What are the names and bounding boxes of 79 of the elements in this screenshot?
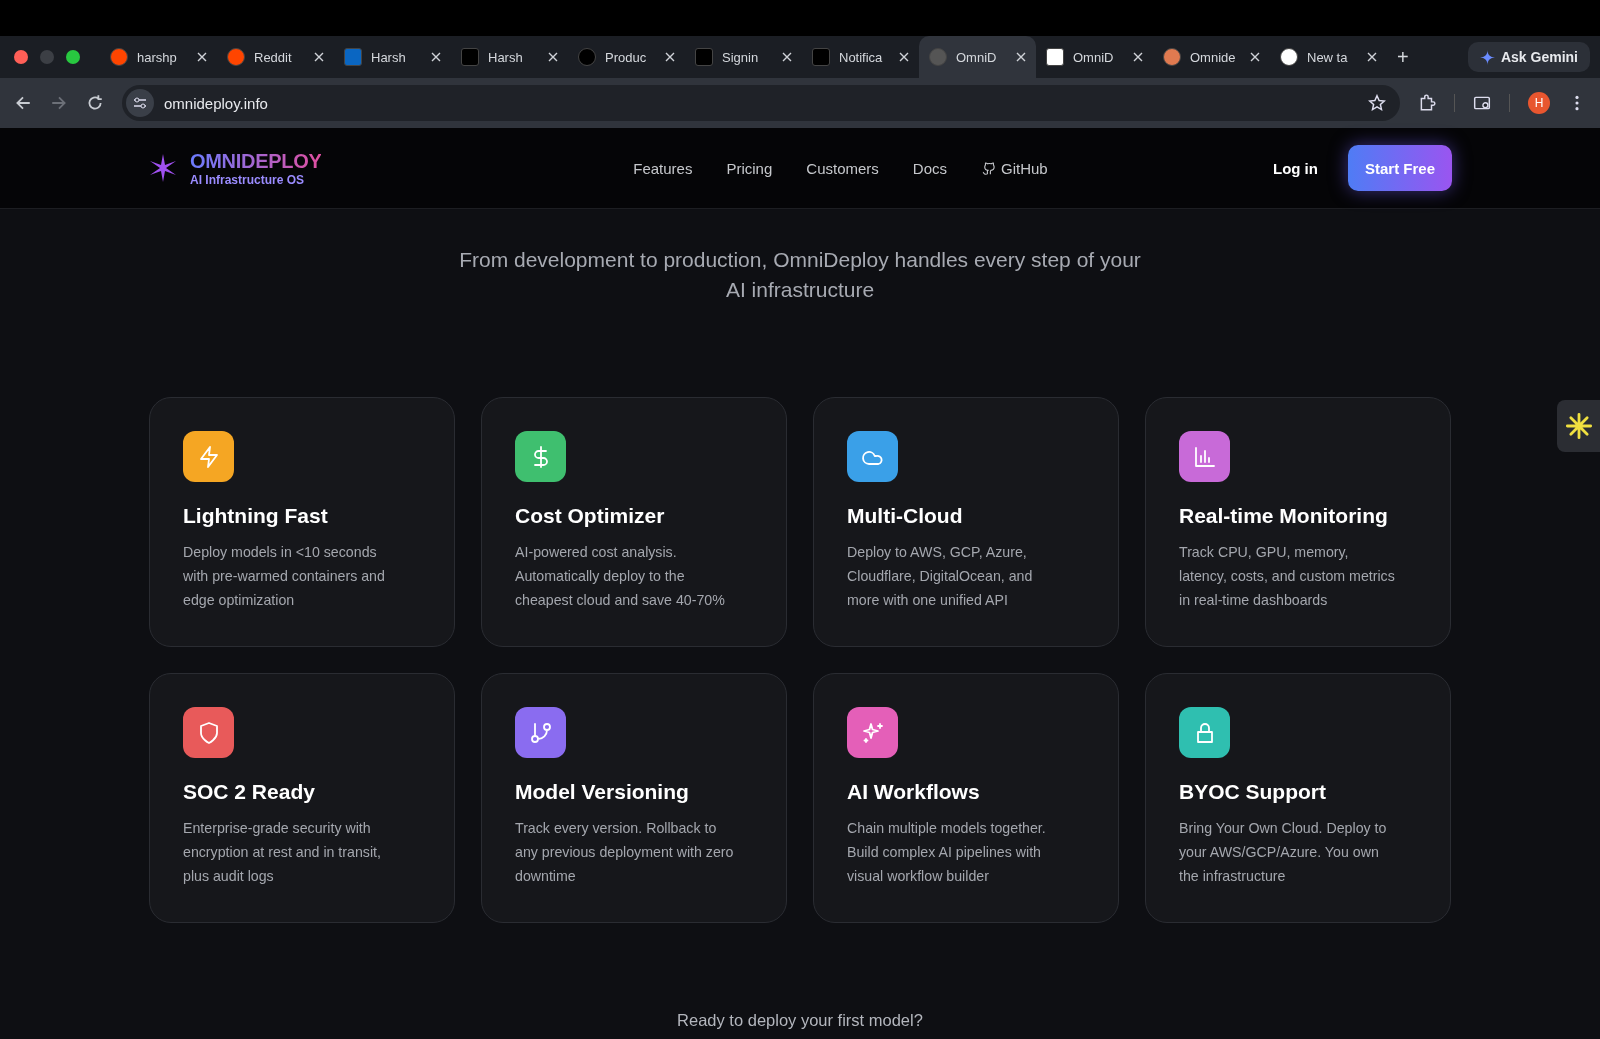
favicon-icon [1046, 48, 1064, 66]
nav-link[interactable]: Customers [806, 159, 879, 177]
close-icon[interactable] [1250, 52, 1260, 62]
bookmark-star-icon[interactable] [1368, 94, 1386, 112]
feature-title: AI Workflows [847, 780, 981, 804]
feature-title: Cost Optimizer [515, 504, 666, 528]
browser-tab[interactable]: Notifica [802, 36, 919, 78]
feature-title: Model Versioning [515, 780, 690, 804]
address-bar[interactable]: omnideploy.info [122, 85, 1400, 121]
feature-description: Track CPU, GPU, memory, latency, costs, and custom metrics in real-time dashboards [1179, 543, 1396, 610]
cta-prompt: Ready to deploy your first model? [676, 1011, 924, 1030]
asterisk-icon[interactable] [1564, 412, 1593, 440]
favicon-icon [1280, 48, 1298, 66]
feature-description: Track every version. Rollback to any previous deployment with zero downtime [515, 819, 735, 886]
feature-title: SOC 2 Ready [183, 780, 316, 804]
favicon-icon [344, 48, 362, 66]
feature-title: Multi-Cloud [847, 504, 964, 528]
favicon-icon [578, 48, 596, 66]
browser-tab[interactable]: harshp [100, 36, 217, 78]
profile-avatar[interactable]: H [1528, 92, 1550, 114]
new-tab-button[interactable]: + [1387, 45, 1419, 69]
nav-link[interactable]: GitHub [981, 159, 1048, 177]
feature-description: Chain multiple models together. Build complex AI pipelines with visual workflow builder [847, 819, 1047, 886]
browser-tab[interactable]: Reddit [217, 36, 334, 78]
start-free-button[interactable]: Start Free [1347, 145, 1452, 191]
feature-description: AI-powered cost analysis. Automatically deploy to the cheapest cloud and save 40-70% [515, 543, 726, 610]
back-icon[interactable] [14, 94, 32, 112]
browser-tab[interactable]: New ta [1270, 36, 1387, 78]
browser-tab[interactable]: Harsh [451, 36, 568, 78]
feature-icon [1192, 444, 1217, 469]
nav-link[interactable]: Features [633, 159, 693, 177]
site-settings-icon[interactable] [126, 89, 154, 117]
browser-tab[interactable]: Harsh [334, 36, 451, 78]
nav-link[interactable]: Docs [912, 159, 948, 177]
favicon-icon [110, 48, 128, 66]
close-icon[interactable] [431, 52, 441, 62]
feature-description: Enterprise-grade security with encryption at rest and in transit, plus audit logs [183, 819, 382, 886]
close-icon[interactable] [1133, 52, 1143, 62]
feature-title: Real-time Monitoring [1179, 504, 1389, 528]
reload-icon[interactable] [86, 94, 104, 112]
feature-title: Lightning Fast [183, 504, 329, 528]
hero-subtitle: From development to production, OmniDeploy handles every step of your AI infrastructure [458, 247, 1142, 303]
close-icon[interactable] [665, 52, 675, 62]
feature-description: Bring Your Own Cloud. Deploy to your AWS/GCP/Azure. You own the infrastructure [1179, 819, 1388, 886]
close-icon[interactable] [548, 52, 558, 62]
close-window-button[interactable] [14, 50, 28, 64]
close-icon[interactable] [1016, 52, 1026, 62]
favicon-icon [695, 48, 713, 66]
favicon-icon [461, 48, 479, 66]
sparkle-icon [1479, 49, 1495, 65]
login-link[interactable]: Log in [1272, 159, 1318, 177]
github-icon [981, 160, 997, 176]
extensions-icon[interactable] [1418, 94, 1436, 112]
browser-tab[interactable]: OmniD [919, 36, 1036, 78]
feature-description: Deploy models in <10 seconds with pre-warmed containers and edge optimization [183, 543, 386, 610]
side-widget[interactable] [1557, 400, 1600, 452]
close-icon[interactable] [197, 52, 207, 62]
favicon-icon [1163, 48, 1181, 66]
ask-gemini-button[interactable]: Ask Gemini [1467, 42, 1590, 72]
forward-icon[interactable] [50, 94, 68, 112]
feature-icon [860, 720, 885, 745]
close-icon[interactable] [899, 52, 909, 62]
feature-title: BYOC Support [1179, 780, 1327, 804]
favicon-icon [227, 48, 245, 66]
close-icon[interactable] [314, 52, 324, 62]
tab-search-icon[interactable] [1473, 94, 1491, 112]
feature-description: Deploy to AWS, GCP, Azure, Cloudflare, DigitalOcean, and more with one unified API [847, 543, 1034, 610]
browser-tab[interactable]: Omnide [1153, 36, 1270, 78]
zoom-window-button[interactable] [66, 50, 80, 64]
browser-tab[interactable]: Signin [685, 36, 802, 78]
close-icon[interactable] [1367, 52, 1377, 62]
favicon-icon [929, 48, 947, 66]
favicon-icon [812, 48, 830, 66]
close-icon[interactable] [782, 52, 792, 62]
feature-icon [528, 720, 553, 745]
browser-tab[interactable]: OmniD [1036, 36, 1153, 78]
browser-tab[interactable]: Produc [568, 36, 685, 78]
brand-tagline: AI Infrastructure OS [190, 172, 306, 187]
nav-link[interactable]: Pricing [726, 159, 773, 177]
